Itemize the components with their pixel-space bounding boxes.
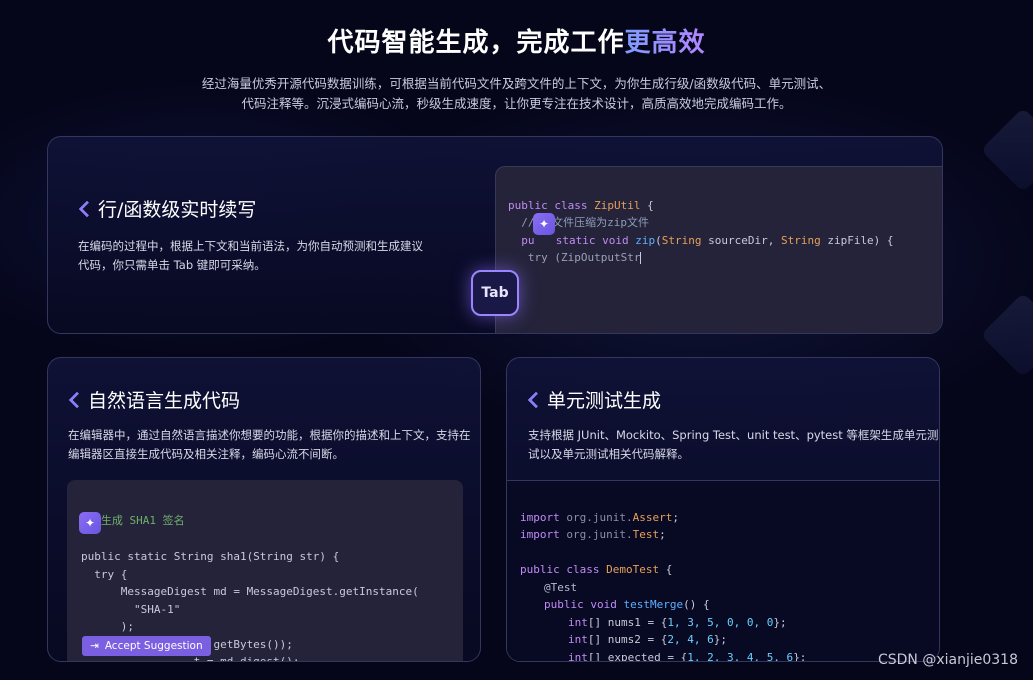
card-nl-desc: 在编辑器中，通过自然语言描述你想要的功能，根据你的描述和上下文，支持在 编辑器区…: [68, 426, 471, 464]
code-block-ut: import org.junit.Assert; import org.junit…: [520, 510, 807, 662]
chevron-left-icon: [78, 200, 92, 218]
code-editor-ut[interactable]: import org.junit.Assert; import org.junit…: [507, 481, 939, 662]
card-line-desc: 在编码的过程中，根据上下文和当前语法，为你自动预测和生成建议 代码，你只需单击 …: [78, 237, 423, 275]
chevron-left-icon: [68, 391, 82, 409]
ai-assistant-logo-icon: ✦: [533, 213, 555, 235]
page-title: 代码智能生成，完成工作更高效: [0, 22, 1033, 59]
card-line-desc-2: 代码，你只需单击 Tab 键即可采纳。: [78, 258, 266, 272]
page-title-highlight: 更高效: [624, 28, 706, 58]
card-ut-desc-2: 试以及单元测试相关代码解释。: [528, 447, 689, 461]
code-editor-line[interactable]: public class ZipUtil { // 将文件压缩为zip文件 pu…: [495, 166, 942, 333]
tab-key-label: Tab: [481, 285, 509, 301]
card-ut-desc-1: 支持根据 JUnit、Mockito、Spring Test、unit test…: [528, 428, 939, 442]
page-title-main: 代码智能生成，完成工作: [327, 28, 625, 58]
card-nl-desc-1: 在编辑器中，通过自然语言描述你想要的功能，根据你的描述和上下文，支持在: [68, 428, 471, 442]
card-ut-desc: 支持根据 JUnit、Mockito、Spring Test、unit test…: [528, 426, 938, 464]
code-block-line: public class ZipUtil { // 将文件压缩为zip文件 pu…: [508, 198, 894, 264]
code-editor-nl[interactable]: // 生成 SHA1 签名 public static String sha1(S…: [67, 480, 463, 661]
card-nl-title: 自然语言生成代码: [68, 386, 240, 413]
card-unit-test[interactable]: 单元测试生成 支持根据 JUnit、Mockito、Spring Test、un…: [506, 357, 940, 662]
tab-arrow-icon: ⇥: [90, 640, 99, 652]
decorative-shape-top: [980, 107, 1033, 193]
chevron-left-icon: [527, 391, 541, 409]
card-ut-title: 单元测试生成: [527, 386, 661, 413]
accept-suggestion-label: Accept Suggestion: [104, 640, 203, 652]
ai-assistant-logo-icon: ✦: [79, 512, 101, 534]
card-nl-title-text: 自然语言生成代码: [88, 390, 241, 412]
page-subtitle: 经过海量优秀开源代码数据训练，可根据当前代码文件及跨文件的上下文，为你生成行级/…: [0, 74, 1033, 114]
card-ut-title-text: 单元测试生成: [547, 390, 662, 412]
accept-suggestion-button[interactable]: ⇥ Accept Suggestion: [82, 636, 211, 656]
card-line-title: 行/函数级实时续写: [78, 195, 256, 222]
tab-key-badge: Tab: [471, 270, 519, 316]
card-line-title-text: 行/函数级实时续写: [98, 199, 257, 221]
subtitle-line-2: 代码注释等。沉浸式编码心流，秒级生成速度，让你更专注在技术设计，高质高效地完成编…: [241, 96, 792, 111]
decorative-shape-bottom: [980, 292, 1033, 378]
card-natural-language[interactable]: 自然语言生成代码 在编辑器中，通过自然语言描述你想要的功能，根据你的描述和上下文…: [47, 357, 481, 662]
card-nl-desc-2: 编辑器区直接生成代码及相关注释，编码心流不间断。: [68, 447, 344, 461]
card-line-desc-1: 在编码的过程中，根据上下文和当前语法，为你自动预测和生成建议: [78, 239, 423, 253]
watermark: CSDN @xianjie0318: [877, 652, 1018, 668]
subtitle-line-1: 经过海量优秀开源代码数据训练，可根据当前代码文件及跨文件的上下文，为你生成行级/…: [201, 76, 832, 91]
